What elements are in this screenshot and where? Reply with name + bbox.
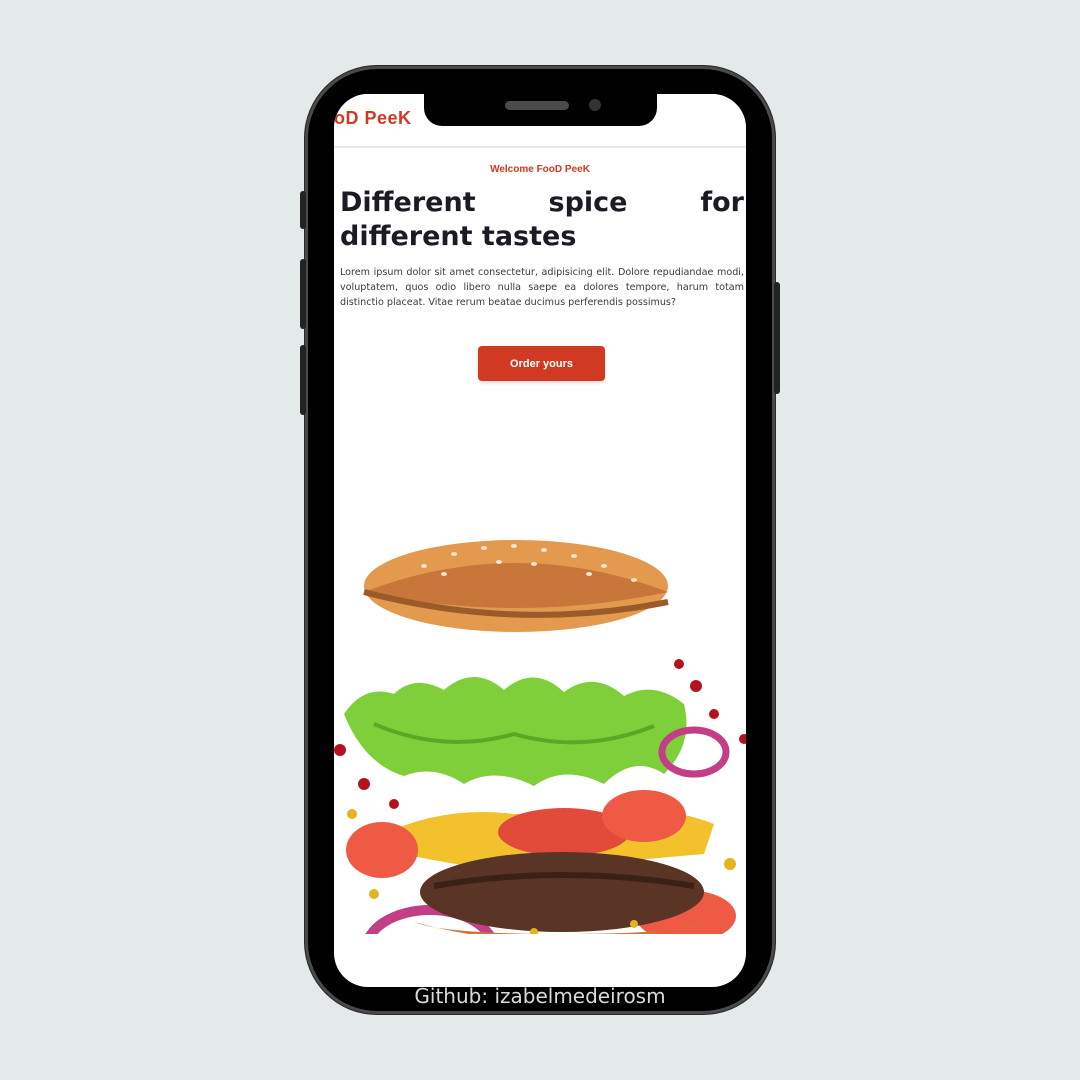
hero-headline: Different spice for different tastes xyxy=(340,187,744,252)
burger-image xyxy=(334,540,746,934)
camera-icon xyxy=(589,99,601,111)
phone-power-button xyxy=(774,282,780,394)
logo-text-start: oD xyxy=(334,108,365,128)
phone-silent-switch xyxy=(300,191,306,229)
phone-volume-down-button xyxy=(300,345,306,415)
welcome-subtitle: Welcome FooD PeeK xyxy=(490,164,590,175)
phone-screen: oD PeeK Welcome FooD PeeK Different spic… xyxy=(334,94,746,987)
hero-description: Lorem ipsum dolor sit amet consectetur, … xyxy=(340,267,744,308)
order-yours-button[interactable]: Order yours xyxy=(478,346,605,381)
phone-notch xyxy=(424,94,657,126)
github-credit: Github: izabelmedeirosm xyxy=(414,984,666,1008)
speaker-icon xyxy=(505,101,569,110)
phone-volume-up-button xyxy=(300,259,306,329)
brand-logo[interactable]: oD PeeK xyxy=(334,108,412,129)
logo-text-end: PeeK xyxy=(364,108,412,128)
